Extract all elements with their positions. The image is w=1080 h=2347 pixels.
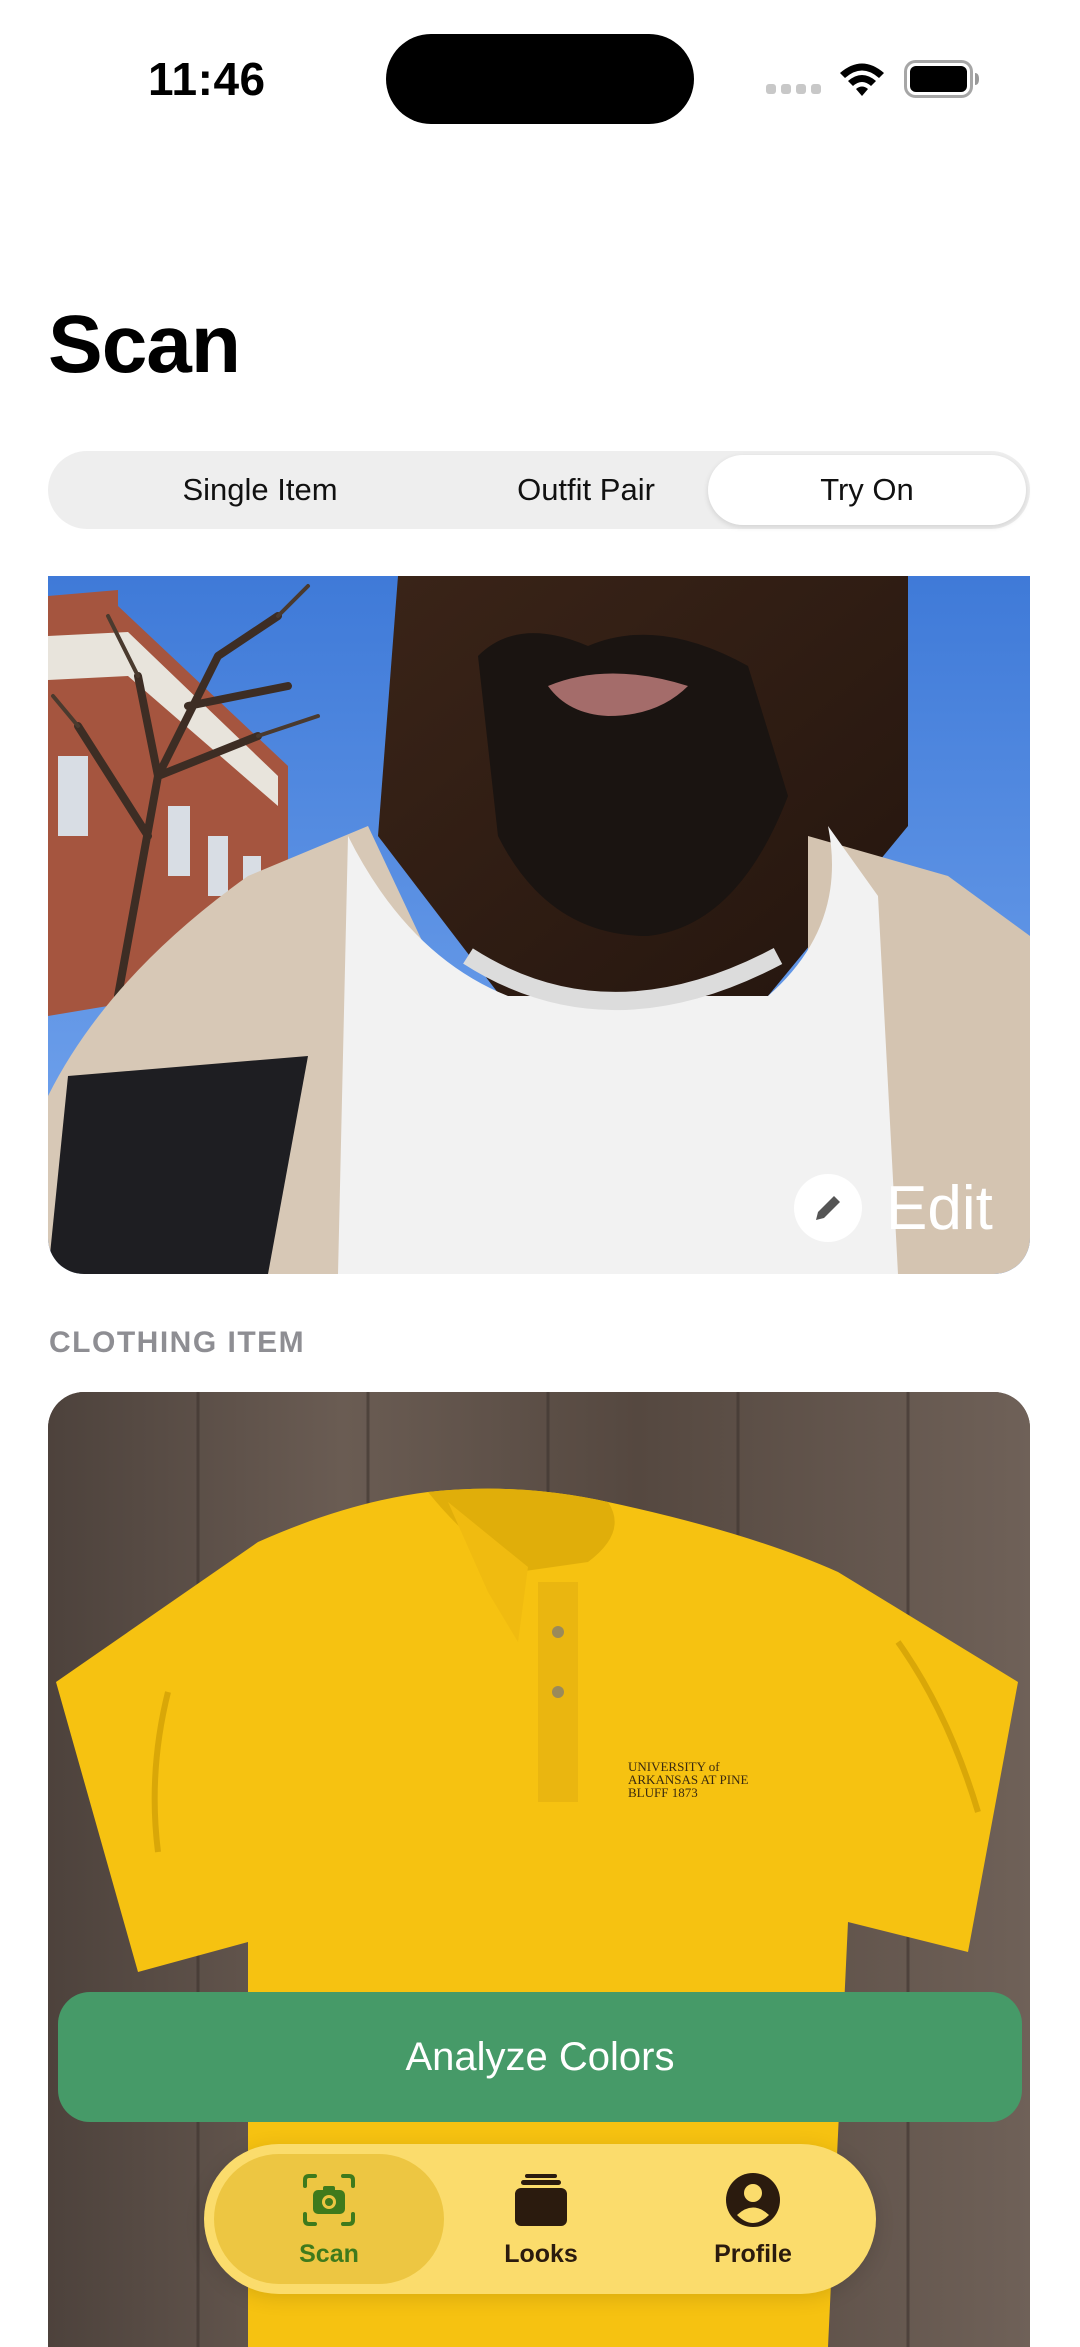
status-bar: 11:46 — [0, 0, 1080, 150]
tab-bar: Scan Looks Profile — [204, 2144, 876, 2294]
tab-profile[interactable]: Profile — [638, 2154, 868, 2284]
battery-icon — [904, 60, 979, 98]
tab-looks-label: Looks — [504, 2239, 578, 2268]
segment-single-item[interactable]: Single Item — [100, 455, 420, 525]
segment-outfit-pair[interactable]: Outfit Pair — [426, 455, 746, 525]
cellular-signal-icon — [766, 84, 822, 96]
status-time: 11:46 — [148, 53, 266, 105]
selfie-photo-illustration — [48, 576, 1030, 1274]
stack-icon — [515, 2173, 567, 2226]
camera-icon — [303, 2173, 355, 2226]
person-icon — [726, 2172, 780, 2227]
analyze-colors-button[interactable]: Analyze Colors — [58, 1992, 1022, 2122]
selfie-photo[interactable] — [48, 576, 1030, 1274]
scan-mode-segmented-control: Single Item Outfit Pair Try On — [48, 451, 1030, 529]
shirt-logo: UNIVERSITY of ARKANSAS AT PINE BLUFF 187… — [628, 1759, 749, 1800]
wifi-icon — [840, 63, 884, 96]
segment-try-on[interactable]: Try On — [708, 455, 1026, 525]
tab-scan[interactable]: Scan — [214, 2154, 444, 2284]
pencil-icon — [794, 1174, 862, 1242]
clothing-item-section-label: CLOTHING ITEM — [49, 1326, 306, 1359]
tab-profile-label: Profile — [714, 2239, 792, 2268]
page-title: Scan — [48, 299, 241, 390]
edit-label: Edit — [886, 1173, 993, 1243]
dynamic-island — [386, 34, 694, 124]
edit-photo-button[interactable]: Edit — [794, 1172, 993, 1244]
tab-looks[interactable]: Looks — [426, 2154, 656, 2284]
tab-scan-label: Scan — [299, 2239, 359, 2268]
